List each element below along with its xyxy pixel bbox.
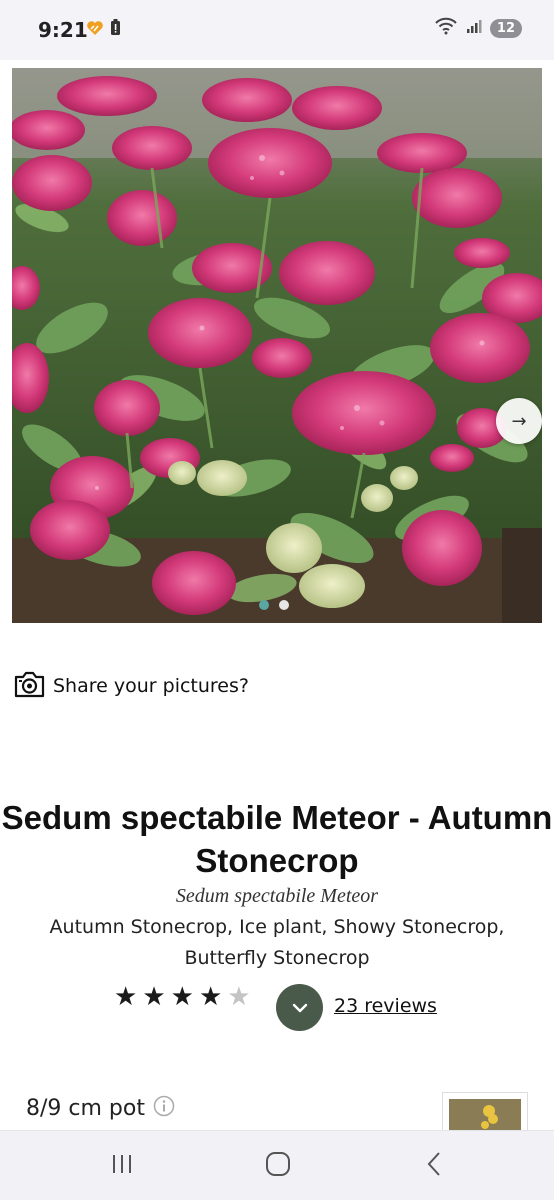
star-filled-icon: ★ [114,982,138,1012]
product-title: Sedum spectabile Meteor - Autumn Stonecr… [1,799,553,879]
home-icon [265,1151,291,1181]
carousel-next-button[interactable]: → [496,398,542,444]
chevron-down-icon [292,998,308,1017]
expand-rating-button[interactable] [276,984,323,1031]
carousel-dot-1[interactable] [259,600,269,610]
pot-size-label: 8/9 cm pot [26,1095,145,1121]
star-rating: ★ ★ ★ ★ ★ [114,984,251,1010]
status-bar: 9:21 12 [0,0,554,60]
stars-container: ★ ★ ★ ★ ★ [114,984,251,1010]
arrow-right-icon: → [511,410,527,432]
system-nav-bar [0,1130,554,1200]
heart-like-icon [86,20,104,40]
notification-badge: 12 [489,18,522,38]
recents-icon [110,1153,134,1179]
reviews-link[interactable]: 23 reviews [334,995,437,1017]
star-filled-icon: ★ [198,982,223,1012]
wifi-icon [434,17,458,39]
recents-button[interactable] [102,1151,142,1181]
star-filled-icon: ★ [142,982,166,1012]
status-icons-left [86,19,121,40]
common-names: Autumn Stonecrop, Ice plant, Showy Stone… [49,916,505,969]
star-filled-icon: ★ [170,982,194,1012]
home-button[interactable] [258,1151,298,1181]
info-icon[interactable] [153,1095,175,1121]
signal-icon [466,18,482,38]
status-icons-right: 12 [434,17,522,39]
share-pictures-label: Share your pictures? [53,675,249,697]
back-button[interactable] [414,1151,454,1181]
carousel-dot-2[interactable] [279,600,289,610]
status-time: 9:21 [38,18,88,42]
sedum-flower-photo [12,68,542,623]
screen: 9:21 12 → Share your pictures? Sedum spe… [0,0,554,1200]
pot-size[interactable]: 8/9 cm pot [26,1095,175,1121]
product-image-carousel[interactable]: → [12,68,542,623]
star-empty-icon: ★ [227,982,251,1012]
latin-name: Sedum spectabile Meteor [175,885,379,907]
share-pictures-link[interactable]: Share your pictures? [14,670,249,702]
camera-icon [14,670,45,702]
battery-alert-icon [110,19,121,40]
back-icon [426,1151,442,1181]
carousel-dots [259,600,289,610]
